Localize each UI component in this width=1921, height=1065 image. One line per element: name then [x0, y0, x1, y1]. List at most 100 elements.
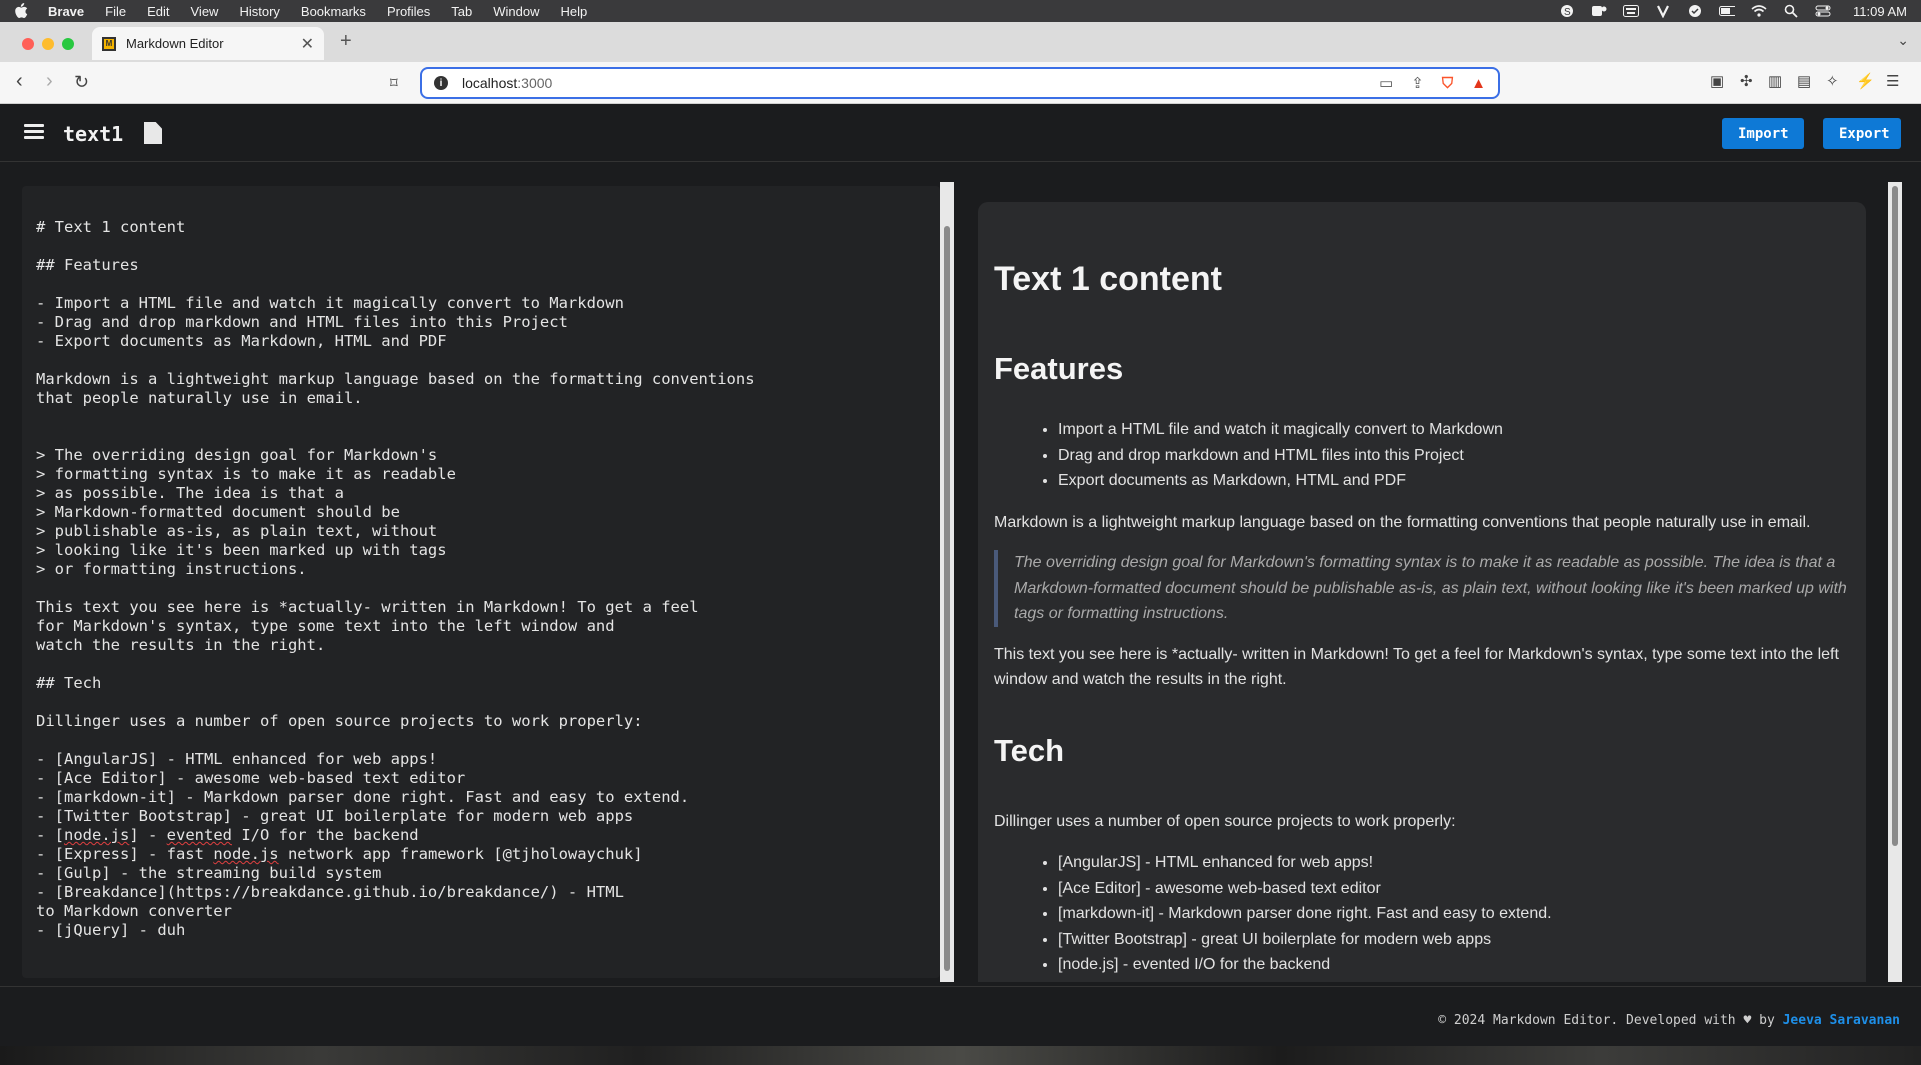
battery-icon[interactable] — [1719, 4, 1736, 18]
window-close-button[interactable] — [22, 38, 34, 50]
editor-line[interactable]: - [AngularJS] - HTML enhanced for web ap… — [36, 750, 437, 768]
editor-line[interactable]: - Drag and drop markdown and HTML files … — [36, 313, 568, 331]
brave-rewards-icon[interactable]: ▲ — [1471, 75, 1486, 92]
hamburger-menu-icon[interactable] — [24, 124, 44, 140]
brave-shields-icon[interactable]: ⛉ — [1442, 75, 1453, 92]
forward-arrow-icon[interactable]: › — [46, 70, 53, 93]
editor-text[interactable]: # Text 1 content ## Features - Import a … — [22, 186, 940, 972]
list-item: [node.js] - evented I/O for the backend — [1058, 952, 1850, 978]
preview-actually-paragraph: This text you see here is *actually- wri… — [994, 645, 1839, 689]
bookmark-icon[interactable]: ⌑ — [390, 74, 398, 92]
vivaldi-icon[interactable] — [1655, 4, 1671, 18]
list-item: [markdown-it] - Markdown parser done rig… — [1058, 901, 1850, 927]
editor-line[interactable]: for Markdown's syntax, type some text in… — [36, 617, 615, 635]
list-item: Export documents as Markdown, HTML and P… — [1058, 468, 1850, 494]
skype-icon[interactable]: S — [1559, 4, 1575, 18]
editor-line[interactable]: Dillinger uses a number of open source p… — [36, 712, 643, 730]
keyboard-icon[interactable] — [1623, 4, 1640, 18]
preview-features-heading: Features — [994, 351, 1124, 386]
editor-line[interactable]: ## Tech — [36, 674, 101, 692]
editor-line[interactable]: # Text 1 content — [36, 218, 185, 236]
editor-line[interactable]: > or formatting instructions. — [36, 560, 307, 578]
editor-line[interactable]: - [markdown-it] - Markdown parser done r… — [36, 788, 689, 806]
document-file-icon — [144, 122, 162, 144]
window-zoom-button[interactable] — [62, 38, 74, 50]
footer-author-link[interactable]: Jeeva Saravanan — [1783, 1013, 1900, 1028]
cast-icon[interactable]: ▭ — [1379, 74, 1393, 92]
menu-profiles[interactable]: Profiles — [387, 4, 430, 19]
preview-scrollbar[interactable] — [1888, 182, 1902, 982]
editor-line[interactable]: - Import a HTML file and watch it magica… — [36, 294, 624, 312]
editor-line[interactable]: - [Ace Editor] - awesome web-based text … — [36, 769, 465, 787]
editor-line[interactable]: Markdown is a lightweight markup languag… — [36, 370, 755, 388]
editor-scrollbar[interactable] — [940, 182, 954, 982]
spotlight-search-icon[interactable] — [1783, 4, 1799, 18]
editor-line[interactable]: - [jQuery] - duh — [36, 921, 185, 939]
editor-line[interactable]: > Markdown-formatted document should be — [36, 503, 400, 521]
editor-line[interactable]: ## Features — [36, 256, 139, 274]
menu-bookmarks[interactable]: Bookmarks — [301, 4, 366, 19]
control-center-icon[interactable] — [1815, 4, 1831, 18]
back-arrow-icon[interactable]: ‹ — [16, 70, 23, 93]
shield-check-icon[interactable] — [1687, 4, 1703, 18]
new-tab-plus-icon[interactable]: + — [340, 30, 352, 53]
editor-line[interactable]: > looking like it's been marked up with … — [36, 541, 447, 559]
export-button[interactable]: Export — [1823, 118, 1901, 149]
app-footer: © 2024 Markdown Editor. Developed with ♥… — [0, 986, 1921, 1046]
editor-line[interactable]: - [node.js] - evented I/O for the backen… — [36, 826, 419, 844]
menu-app-name[interactable]: Brave — [48, 4, 84, 19]
preview-tech-intro: Dillinger uses a number of open source p… — [994, 812, 1456, 830]
menu-help[interactable]: Help — [561, 4, 588, 19]
preview-intro-paragraph: Markdown is a lightweight markup languag… — [994, 513, 1811, 531]
tab-title: Markdown Editor — [126, 36, 224, 51]
reload-icon[interactable]: ↻ — [74, 72, 89, 93]
menu-window[interactable]: Window — [493, 4, 539, 19]
cc-extension-icon[interactable]: ▣ — [1710, 72, 1724, 90]
tab-search-chevron-icon[interactable]: ⌄ — [1897, 32, 1909, 49]
tab-close-icon[interactable]: ✕ — [301, 34, 314, 54]
status-tray: S 11:09 AM — [1559, 4, 1907, 19]
wallet-icon[interactable]: ▤ — [1797, 72, 1811, 90]
document-title[interactable]: text1 — [63, 122, 123, 146]
editor-line[interactable]: watch the results in the right. — [36, 636, 325, 654]
extensions-puzzle-icon[interactable]: ✣ — [1740, 72, 1753, 90]
editor-line[interactable]: This text you see here is *actually- wri… — [36, 598, 699, 616]
import-button[interactable]: Import — [1722, 118, 1804, 149]
editor-line[interactable]: > publishable as-is, as plain text, with… — [36, 522, 437, 540]
wifi-icon[interactable] — [1751, 4, 1767, 18]
preview-tech-heading: Tech — [994, 732, 1065, 768]
editor-line[interactable]: > formatting syntax is to make it as rea… — [36, 465, 456, 483]
list-item: [Ace Editor] - awesome web-based text ed… — [1058, 876, 1850, 902]
browser-menu-icon[interactable]: ☰ — [1886, 72, 1899, 90]
browser-tab-markdown-editor[interactable]: M Markdown Editor ✕ — [92, 27, 324, 60]
window-minimize-button[interactable] — [42, 38, 54, 50]
editor-scrollbar-thumb[interactable] — [944, 226, 950, 971]
teams-icon[interactable] — [1591, 4, 1607, 18]
vpn-icon[interactable]: ⚡ — [1856, 72, 1875, 90]
sidebar-toggle-icon[interactable]: ▥ — [1768, 72, 1782, 90]
menu-file[interactable]: File — [105, 4, 126, 19]
menu-tab[interactable]: Tab — [451, 4, 472, 19]
menubar-clock[interactable]: 11:09 AM — [1853, 4, 1907, 19]
menu-history[interactable]: History — [239, 4, 279, 19]
editor-line[interactable]: - [Breakdance](https://breakdance.github… — [36, 883, 624, 901]
markdown-editor[interactable]: # Text 1 content ## Features - Import a … — [22, 186, 940, 978]
preview-scrollbar-thumb[interactable] — [1892, 186, 1898, 846]
editor-line[interactable]: - [Express] - fast node.js network app f… — [36, 845, 643, 863]
site-info-icon[interactable]: i — [434, 76, 448, 90]
editor-line[interactable]: - [Twitter Bootstrap] - great UI boilerp… — [36, 807, 633, 825]
menu-edit[interactable]: Edit — [147, 4, 169, 19]
apple-logo-icon[interactable] — [14, 3, 28, 19]
editor-line[interactable]: that people naturally use in email. — [36, 389, 363, 407]
footer-copyright: © 2024 Markdown Editor. Developed with ♥… — [1438, 1013, 1783, 1028]
editor-line[interactable]: - Export documents as Markdown, HTML and… — [36, 332, 447, 350]
menu-view[interactable]: View — [191, 4, 219, 19]
editor-line[interactable]: to Markdown converter — [36, 902, 232, 920]
editor-line[interactable]: > The overriding design goal for Markdow… — [36, 446, 437, 464]
editor-line[interactable]: > as possible. The idea is that a — [36, 484, 344, 502]
address-bar[interactable]: i localhost:3000 ▭ ⇪ ⛉ ▲ — [420, 67, 1500, 99]
list-item: [AngularJS] - HTML enhanced for web apps… — [1058, 850, 1850, 876]
share-icon[interactable]: ⇪ — [1411, 74, 1424, 92]
editor-line[interactable]: - [Gulp] - the streaming build system — [36, 864, 381, 882]
leo-ai-icon[interactable]: ✧ — [1826, 72, 1839, 90]
